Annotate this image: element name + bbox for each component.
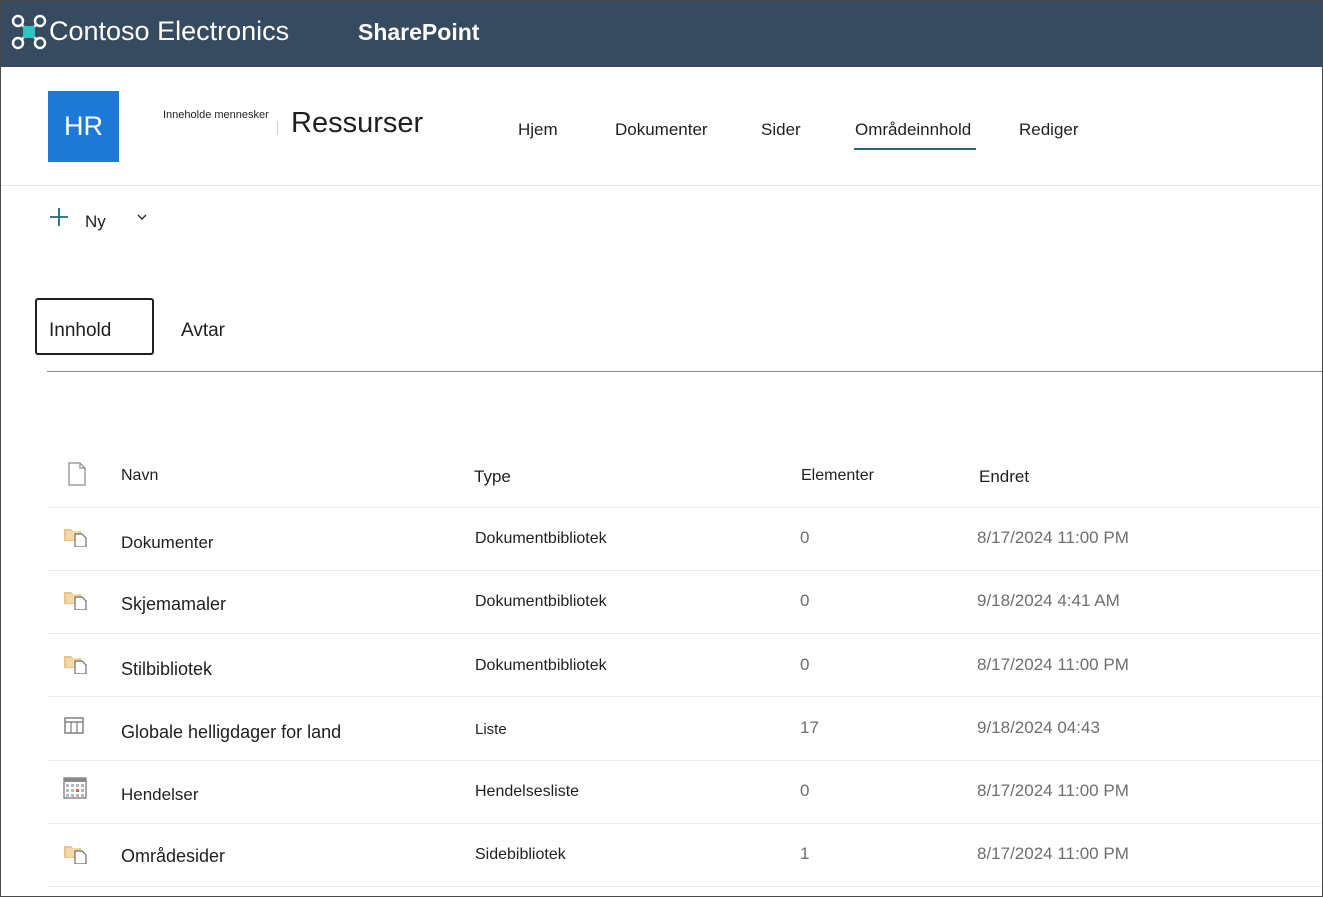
row-divider (47, 570, 1322, 571)
site-logo[interactable]: HR (48, 91, 119, 162)
new-button[interactable]: Ny (85, 212, 106, 232)
list-item-date: 8/17/2024 11:00 PM (977, 528, 1129, 547)
list-icon (64, 717, 84, 734)
nav-omradeinnhold[interactable]: Områdeinnhold (855, 120, 971, 140)
column-header-modified[interactable]: Endret (979, 467, 1029, 487)
row-divider (47, 633, 1322, 634)
list-item-name[interactable]: Dokumenter (121, 533, 214, 553)
list-item-count: 0 (800, 655, 810, 674)
list-item-name[interactable]: Skjemamaler (121, 594, 226, 615)
contoso-logo-icon[interactable] (11, 14, 47, 50)
list-item-date: 9/18/2024 4:41 AM (977, 591, 1120, 610)
list-item-type: Dokumentbibliotek (475, 657, 607, 674)
header-divider (1, 185, 1322, 186)
row-divider (47, 760, 1322, 761)
row-divider (47, 823, 1322, 824)
list-item-count: 17 (800, 718, 819, 737)
company-name[interactable]: Contoso Electronics (49, 16, 289, 47)
product-name[interactable]: SharePoint (358, 19, 479, 46)
list-item-name[interactable]: Områdesider (121, 846, 225, 867)
list-item-date: 8/17/2024 11:00 PM (977, 781, 1129, 800)
list-item-count: 0 (800, 781, 810, 800)
list-item-type: Liste (475, 721, 507, 738)
tab-innhold[interactable]: Innhold (49, 320, 111, 342)
site-title[interactable]: Ressurser (291, 107, 423, 140)
nav-active-indicator (854, 148, 976, 150)
list-item-date: 8/17/2024 11:00 PM (977, 844, 1129, 863)
list-item-type: Hendelsesliste (475, 783, 580, 800)
header-row-divider (47, 507, 1322, 508)
tabs-divider (47, 371, 1322, 372)
nav-rediger[interactable]: Rediger (1019, 120, 1079, 140)
calendar-icon (63, 777, 87, 799)
document-library-icon (64, 846, 87, 864)
nav-dokumenter[interactable]: Dokumenter (615, 120, 708, 140)
list-item-count: 1 (800, 844, 810, 863)
column-header-items[interactable]: Elementer (801, 467, 874, 485)
nav-hjem[interactable]: Hjem (518, 120, 558, 140)
plus-icon[interactable] (48, 206, 70, 228)
tab-avtar[interactable]: Avtar (181, 320, 225, 342)
list-item-name[interactable]: Globale helligdager for land (121, 722, 341, 743)
list-item-date: 8/17/2024 11:00 PM (977, 655, 1129, 674)
row-divider (47, 886, 1322, 887)
list-item-name[interactable]: Hendelser (121, 785, 199, 805)
site-title-divider (277, 121, 278, 135)
list-item-count: 0 (800, 591, 810, 610)
row-divider (47, 696, 1322, 697)
file-type-icon[interactable] (67, 462, 87, 486)
list-item-type: Sidebibliotek (475, 846, 566, 863)
suite-bar: Contoso Electronics SharePoint (1, 1, 1322, 67)
list-item-type: Dokumentbibliotek (475, 593, 607, 610)
chevron-down-icon[interactable] (136, 211, 148, 223)
document-library-icon (64, 656, 87, 674)
document-library-icon (64, 529, 87, 547)
list-item-type: Dokumentbibliotek (475, 530, 607, 547)
column-header-name[interactable]: Navn (121, 467, 158, 485)
nav-sider[interactable]: Sider (761, 120, 801, 140)
site-subtitle: Inneholde mennesker (163, 109, 269, 121)
column-header-type[interactable]: Type (474, 467, 511, 487)
list-item-count: 0 (800, 528, 810, 547)
document-library-icon (64, 592, 87, 610)
tab-selected-indicator (47, 353, 145, 355)
list-item-name[interactable]: Stilbibliotek (121, 659, 212, 680)
list-item-date: 9/18/2024 04:43 (977, 718, 1100, 737)
site-logo-text: HR (64, 111, 103, 141)
